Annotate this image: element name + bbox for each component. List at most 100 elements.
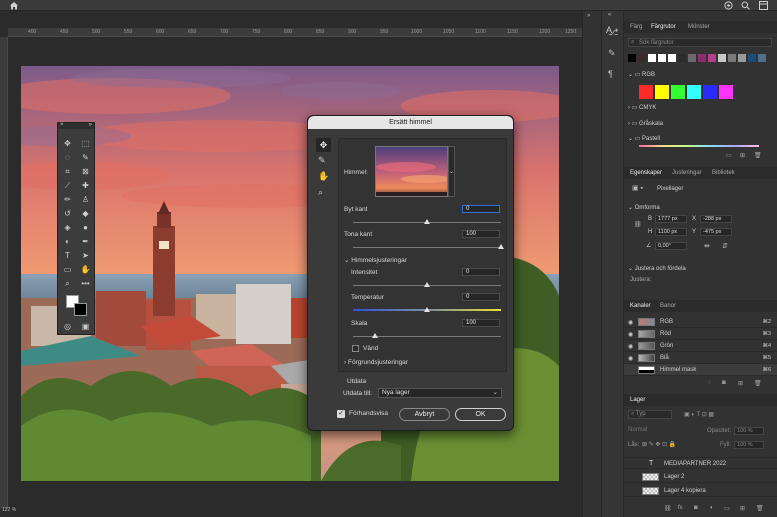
crop-tool-icon[interactable]: ⌗ bbox=[61, 166, 74, 178]
fade-edge-slider-track[interactable] bbox=[353, 247, 501, 248]
healing-brush-icon[interactable]: ✚ bbox=[79, 180, 92, 192]
layer-row[interactable]: T MEDIAPARTNER 2022 bbox=[624, 457, 777, 469]
workspace-icon[interactable] bbox=[759, 1, 768, 10]
swatch[interactable] bbox=[719, 85, 733, 99]
fill-input[interactable]: 100 % bbox=[734, 441, 764, 449]
palette-header[interactable]: × » bbox=[58, 122, 94, 129]
swatch[interactable] bbox=[687, 85, 701, 99]
swatch[interactable] bbox=[703, 85, 717, 99]
hand-tool-icon[interactable]: ✋ bbox=[79, 264, 92, 276]
channel-row[interactable]: ◉ Blå ⌘5 bbox=[624, 352, 777, 364]
screen-mode-icon[interactable]: ▣ bbox=[79, 321, 92, 333]
folder-icon[interactable]: ▭ bbox=[726, 152, 732, 159]
opacity-input[interactable]: 100 % bbox=[734, 427, 764, 435]
scale-slider-handle[interactable] bbox=[372, 333, 379, 338]
background-color-swatch[interactable] bbox=[74, 303, 87, 316]
paragraph-icon[interactable]: ¶ bbox=[608, 69, 613, 79]
home-icon[interactable] bbox=[9, 1, 19, 10]
swatch[interactable] bbox=[688, 54, 696, 62]
tab-layers[interactable]: Lager bbox=[630, 394, 645, 406]
eye-icon[interactable]: ◉ bbox=[628, 343, 633, 350]
fade-edge-slider-handle[interactable] bbox=[498, 244, 504, 249]
cloud-icon[interactable] bbox=[724, 1, 733, 10]
swatch-search-input[interactable]: ⌕ Sök färgrutor bbox=[628, 38, 772, 47]
collapse-arrows-icon[interactable]: » bbox=[587, 13, 590, 19]
swatch[interactable] bbox=[671, 85, 685, 99]
layer-filter-icons[interactable]: ▣ ◐ T ⊡ ▦ bbox=[684, 411, 714, 418]
layer-row[interactable]: Lager 4 kopiera bbox=[624, 485, 777, 497]
tab-patterns[interactable]: Mönster bbox=[688, 21, 710, 33]
swatch[interactable] bbox=[738, 54, 746, 62]
swatch[interactable] bbox=[668, 54, 676, 62]
scale-input[interactable]: 100 bbox=[462, 319, 500, 327]
history-brush-icon[interactable]: ↺ bbox=[61, 208, 74, 220]
fx-icon[interactable]: fx bbox=[678, 505, 683, 511]
swatch[interactable] bbox=[638, 54, 646, 62]
zoom-tool-icon[interactable]: ⌕ bbox=[61, 278, 74, 290]
swatch-group-pastel[interactable]: ⌄ ▭ Pastell bbox=[628, 135, 660, 142]
swatch-group-cmyk[interactable]: › ▭ CMYK bbox=[628, 104, 656, 111]
pen-tool-icon[interactable]: ✒ bbox=[79, 236, 92, 248]
ok-button[interactable]: OK bbox=[455, 408, 506, 421]
lasso-tool-icon[interactable]: ◌ bbox=[61, 152, 74, 164]
swatch-group-grayscale[interactable]: › ▭ Gråskala bbox=[628, 120, 663, 127]
channel-row[interactable]: ◉ Grön ⌘4 bbox=[624, 340, 777, 352]
y-input[interactable]: -475 px bbox=[700, 228, 732, 236]
swatch[interactable] bbox=[648, 54, 656, 62]
sky-brush-icon[interactable]: ✎ bbox=[318, 155, 326, 166]
blend-mode-select[interactable]: Normal bbox=[628, 427, 688, 436]
zoom-level[interactable]: 122 % bbox=[2, 507, 16, 513]
tab-libraries[interactable]: Bibliotek bbox=[712, 167, 735, 179]
stamp-tool-icon[interactable]: ♙ bbox=[79, 194, 92, 206]
hand-icon[interactable]: ✋ bbox=[318, 171, 329, 182]
channel-row[interactable]: ◉ Röd ⌘3 bbox=[624, 328, 777, 340]
trash-icon[interactable]: 🗑 bbox=[754, 152, 762, 159]
flip-checkbox[interactable] bbox=[352, 345, 359, 352]
marquee-tool-icon[interactable]: ⬚ bbox=[79, 138, 92, 150]
add-mask-icon[interactable]: ◙ bbox=[694, 505, 698, 511]
layer-filter-select[interactable]: ⌕ Typ bbox=[628, 410, 672, 419]
channel-row[interactable]: Himmel mask ⌘6 bbox=[624, 364, 777, 376]
tab-swatches[interactable]: Färgrutor bbox=[651, 21, 676, 33]
shift-edge-slider-handle[interactable] bbox=[424, 219, 430, 224]
trash-icon[interactable]: 🗑 bbox=[754, 380, 762, 387]
sky-preset-dropdown[interactable]: ⌄ bbox=[448, 146, 455, 197]
load-selection-icon[interactable]: ◌ bbox=[708, 380, 712, 386]
paint-bucket-icon[interactable]: ◈ bbox=[61, 222, 74, 234]
width-input[interactable]: 1777 px bbox=[655, 215, 687, 223]
more-tools-icon[interactable]: ••• bbox=[79, 278, 92, 290]
eye-icon[interactable]: ◉ bbox=[628, 331, 633, 338]
swatch[interactable] bbox=[708, 54, 716, 62]
frame-tool-icon[interactable]: ⊠ bbox=[79, 166, 92, 178]
link-layers-icon[interactable]: ⛓ bbox=[664, 505, 672, 512]
swatch[interactable] bbox=[748, 54, 756, 62]
fade-edge-input[interactable]: 100 bbox=[462, 230, 500, 238]
trash-icon[interactable]: 🗑 bbox=[756, 505, 764, 512]
swatch[interactable] bbox=[728, 54, 736, 62]
swatch[interactable] bbox=[628, 54, 636, 62]
collapse-icon[interactable]: » bbox=[89, 122, 92, 128]
brush-settings-icon[interactable]: ✎ bbox=[608, 48, 616, 59]
flip-horizontal-icon[interactable]: ⇹ bbox=[704, 242, 710, 250]
new-layer-icon[interactable]: ⊞ bbox=[740, 505, 745, 512]
brightness-input[interactable]: 0 bbox=[462, 268, 500, 276]
cancel-button[interactable]: Avbryt bbox=[399, 408, 450, 421]
shift-edge-input[interactable]: 0 bbox=[462, 205, 500, 213]
new-channel-icon[interactable]: ⊞ bbox=[738, 380, 743, 387]
close-icon[interactable]: × bbox=[60, 122, 64, 128]
rectangle-tool-icon[interactable]: ▭ bbox=[61, 264, 74, 276]
group-folder-icon[interactable]: ▭ bbox=[724, 505, 730, 512]
quick-select-icon[interactable]: ✎ bbox=[79, 152, 92, 164]
align-section[interactable]: ⌄ Justera och fördela bbox=[628, 265, 686, 272]
tab-adjustments[interactable]: Justeringar bbox=[672, 167, 702, 179]
adjustment-layer-icon[interactable]: ◐ bbox=[710, 505, 714, 511]
brightness-slider-handle[interactable] bbox=[424, 282, 430, 287]
swatch-group-rgb[interactable]: ⌄ ▭ RGB bbox=[628, 71, 655, 78]
eye-icon[interactable]: ◉ bbox=[628, 355, 633, 362]
layer-row[interactable]: Lager 2 bbox=[624, 471, 777, 483]
foreground-adjustments-toggle[interactable]: › Förgrundsjusteringar bbox=[344, 359, 408, 366]
tab-color[interactable]: Färg bbox=[630, 21, 642, 33]
output-to-select[interactable]: Nya lager ⌄ bbox=[378, 388, 502, 398]
save-selection-icon[interactable]: ◙ bbox=[722, 380, 726, 386]
link-icon[interactable]: ⛓ bbox=[634, 221, 642, 228]
